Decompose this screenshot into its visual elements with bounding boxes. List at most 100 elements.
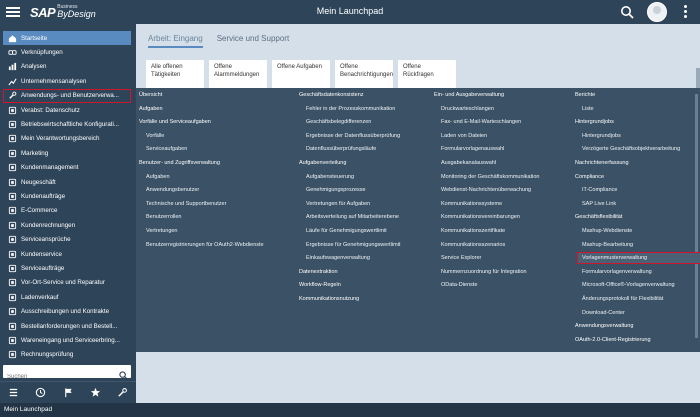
menu-item-col2-1[interactable]: Fehler in der Prozesskommunikation <box>306 106 395 112</box>
menu-item-col1-9[interactable]: Benutzerrollen <box>146 214 181 220</box>
menu-item-col2-14[interactable]: Workflow-Regeln <box>299 282 341 288</box>
settings-button[interactable] <box>109 382 136 403</box>
menu-item-col3-7[interactable]: Webdienst-Nachrichtenüberwachung <box>441 187 531 193</box>
menu-item-col1-3[interactable]: Vorfälle <box>146 133 164 139</box>
sidebar-item-18[interactable]: Ladenverkauf <box>0 290 136 304</box>
sidebar-item-4[interactable]: Anwendungs- und Benutzerverwa... <box>3 88 131 103</box>
menu-item-col3-2[interactable]: Fax- und E-Mail-Warteschlangen <box>441 119 521 125</box>
tile-clarifications[interactable]: Offene Rückfragen <box>398 60 456 90</box>
menu-item-col2-9[interactable]: Arbeitsverteilung auf Mitarbeiterebene <box>306 214 399 220</box>
menu-item-col4-1[interactable]: Liste <box>582 106 594 112</box>
menu-item-col4-18[interactable]: OAuth-2.0-Client-Registrierung <box>575 337 651 343</box>
menu-item-col2-15[interactable]: Kommunikationsnutzung <box>299 296 359 302</box>
sidebar-search-input[interactable] <box>3 370 115 381</box>
sidebar-item-13[interactable]: Kundenrechnungen <box>0 218 136 232</box>
sidebar-item-2[interactable]: Analysen <box>0 60 136 74</box>
menu-item-col4-16[interactable]: Download-Center <box>582 310 625 316</box>
menu-item-col4-12[interactable]: Vorlagenmusterverwaltung <box>577 252 700 265</box>
recent-button[interactable] <box>27 382 54 403</box>
menu-item-col1-2[interactable]: Vorfälle und Serviceaufgaben <box>139 119 211 125</box>
tile-notifications[interactable]: Offene Benachrichtigungen <box>335 60 393 90</box>
sidebar-item-1[interactable]: Verknüpfungen <box>0 45 136 59</box>
menu-item-col4-7[interactable]: IT-Compliance <box>582 187 617 193</box>
search-icon[interactable] <box>119 367 128 380</box>
sidebar-item-16[interactable]: Serviceaufträge <box>0 261 136 275</box>
sidebar-item-12[interactable]: E-Commerce <box>0 204 136 218</box>
menu-item-col1-6[interactable]: Aufgaben <box>146 174 170 180</box>
sidebar-item-14[interactable]: Serviceansprüche <box>0 233 136 247</box>
sidebar-item-9[interactable]: Kundenmanagement <box>0 161 136 175</box>
menu-item-col2-3[interactable]: Ergebnisse der Datenflussüberprüfung <box>306 133 400 139</box>
sidebar-item-22[interactable]: Rechnungsprüfung <box>0 348 136 362</box>
menu-item-col2-10[interactable]: Läufe für Genehmigungswertlimit <box>306 228 387 234</box>
menu-item-col4-8[interactable]: SAP Live Link <box>582 201 616 207</box>
tab-service-support[interactable]: Service und Support <box>217 34 290 48</box>
menu-item-col4-9[interactable]: Geschäftsflexibilität <box>575 214 622 220</box>
menu-item-col1-5[interactable]: Benutzer- und Zugriffsverwaltung <box>139 160 220 166</box>
menu-item-col4-11[interactable]: Mashup-Bearbeitung <box>582 242 633 248</box>
sidebar-item-0[interactable]: Startseite <box>3 31 131 45</box>
sidebar-item-17[interactable]: Vor-Ort-Service und Reparatur <box>0 276 136 290</box>
sidebar-item-20[interactable]: Bestellanforderungen und Bestell... <box>0 319 136 333</box>
sidebar-item-6[interactable]: Betriebswirtschaftliche Konfigurati... <box>0 117 136 131</box>
tile-alerts[interactable]: Offene Alarmmeldungen <box>209 60 267 90</box>
menu-item-col2-4[interactable]: Datenflussüberprüfungsläufe <box>306 146 376 152</box>
avatar[interactable] <box>647 2 667 22</box>
menu-item-col4-2[interactable]: Hintergrundjobs <box>575 119 614 125</box>
flag-button[interactable] <box>54 382 81 403</box>
menu-item-col2-8[interactable]: Vertretungen für Aufgaben <box>306 201 370 207</box>
sidebar-item-3[interactable]: Unternehmensanalysen <box>0 74 136 88</box>
tab-arbeit-eingang[interactable]: Arbeit: Eingang <box>148 34 203 48</box>
menu-item-col3-8[interactable]: Kommunikationssysteme <box>441 201 502 207</box>
menu-item-col2-7[interactable]: Genehmigungsprozesse <box>306 187 366 193</box>
sidebar-item-11[interactable]: Kundenaufträge <box>0 189 136 203</box>
menu-item-col1-7[interactable]: Anwendungsbenutzer <box>146 187 199 193</box>
menu-item-col1-8[interactable]: Technische und Supportbenutzer <box>146 201 226 207</box>
menu-item-col3-10[interactable]: Kommunikationszertifikate <box>441 228 505 234</box>
menu-item-col1-11[interactable]: Benutzerregistrierungen für OAuth2-Webdi… <box>146 242 264 248</box>
menu-item-col4-10[interactable]: Mashup-Webdienste <box>582 228 632 234</box>
more-options-icon[interactable] <box>684 5 688 19</box>
menu-item-col2-5[interactable]: Aufgabenverteilung <box>299 160 346 166</box>
menu-item-col2-13[interactable]: Datenextraktion <box>299 269 338 275</box>
list-view-button[interactable] <box>0 382 27 403</box>
menu-item-col3-1[interactable]: Druckwarteschlangen <box>441 106 494 112</box>
menu-item-col3-11[interactable]: Kommunikationsszenarios <box>441 242 505 248</box>
menu-item-col4-17[interactable]: Anwendungsverwaltung <box>575 323 633 329</box>
menu-item-col2-0[interactable]: Geschäftsdatenkonsistenz <box>299 92 364 98</box>
sidebar-item-5[interactable]: Verabst: Datenschutz <box>0 103 136 117</box>
search-icon[interactable] <box>620 5 634 19</box>
menu-item-col4-4[interactable]: Verzögerte Geschäftsobjektverarbeitung <box>582 146 680 152</box>
menu-item-col3-12[interactable]: Service Explorer <box>441 255 481 261</box>
menu-item-col3-13[interactable]: Nummernzuordnung für Integration <box>441 269 527 275</box>
tile-tasks[interactable]: Offene Aufgaben <box>272 60 330 90</box>
sidebar-item-15[interactable]: Kundenservice <box>0 247 136 261</box>
menu-item-col4-13[interactable]: Formularvorlagenverwaltung <box>582 269 652 275</box>
menu-item-col4-3[interactable]: Hintergrundjobs <box>582 133 621 139</box>
menu-item-col3-3[interactable]: Laden von Dateien <box>441 133 487 139</box>
menu-item-col2-2[interactable]: Geschäftsbelegdifferenzen <box>306 119 371 125</box>
menu-item-col4-6[interactable]: Compliance <box>575 174 604 180</box>
favorites-button[interactable] <box>82 382 109 403</box>
menu-item-col4-5[interactable]: Nachrichtenerfassung <box>575 160 629 166</box>
sidebar-item-10[interactable]: Neugeschäft <box>0 175 136 189</box>
menu-item-col4-15[interactable]: Änderungsprotokoll für Flexibilität <box>582 296 663 302</box>
menu-item-col2-11[interactable]: Ergebnisse für Genehmigungswertlimit <box>306 242 400 248</box>
menu-item-col4-14[interactable]: Microsoft-Office®-Vorlagenverwaltung <box>582 282 675 288</box>
menu-item-col3-4[interactable]: Formularvorlagenauswahl <box>441 146 504 152</box>
menu-item-col1-10[interactable]: Vertretungen <box>146 228 178 234</box>
menu-item-col3-14[interactable]: OData-Dienste <box>441 282 477 288</box>
sidebar-item-7[interactable]: Mein Verantwortungsbereich <box>0 132 136 146</box>
menu-item-col4-0[interactable]: Berichte <box>575 92 595 98</box>
sidebar-item-8[interactable]: Marketing <box>0 146 136 160</box>
menu-item-col2-12[interactable]: Einkaufswagenverwaltung <box>306 255 370 261</box>
menu-item-col1-0[interactable]: Übersicht <box>139 92 162 98</box>
menu-item-col3-6[interactable]: Monitoring der Geschäftskommunikation <box>441 174 539 180</box>
menu-item-col1-1[interactable]: Aufgaben <box>139 106 163 112</box>
tile-all-activities[interactable]: Alle offenen Tätigkeiten <box>146 60 204 90</box>
menu-item-col2-6[interactable]: Aufgabensteuerung <box>306 174 354 180</box>
menu-item-col3-5[interactable]: Ausgabekanalauswahl <box>441 160 496 166</box>
menu-item-col3-0[interactable]: Ein- und Ausgabeverwaltung <box>434 92 504 98</box>
menu-item-col3-9[interactable]: Kommunikationsvereinbarungen <box>441 214 520 220</box>
menu-item-col1-4[interactable]: Serviceaufgaben <box>146 146 187 152</box>
